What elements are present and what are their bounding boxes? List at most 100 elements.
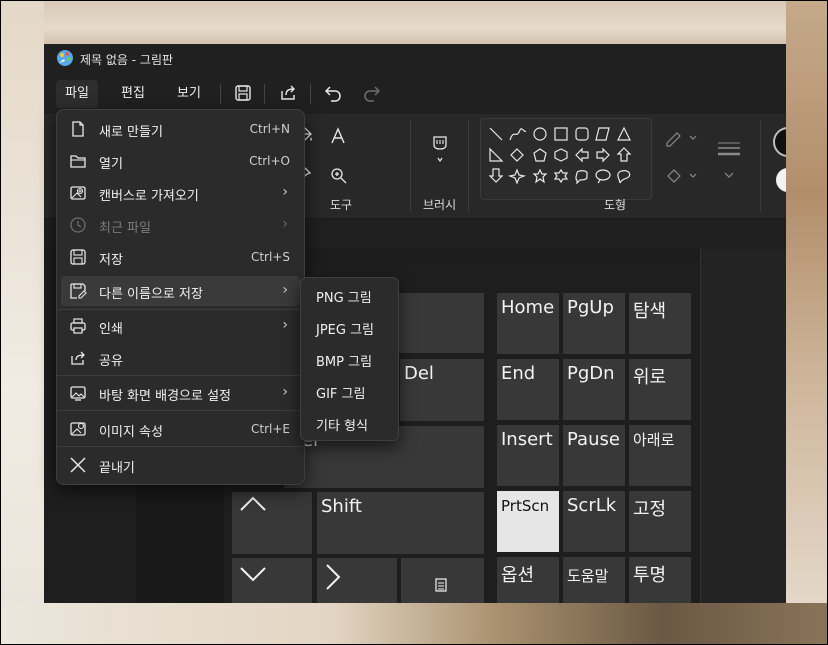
submenu-item-label: BMP 그림 (316, 355, 373, 370)
keyboard-key-prtscn: PrtScn (497, 491, 559, 552)
key-label: 아래로 (633, 431, 675, 449)
keyboard-key-search: 탐색 (629, 293, 691, 354)
chevron-right-icon: › (282, 282, 288, 298)
submenu-item-label: GIF 그림 (316, 387, 366, 402)
menu-item-open[interactable]: 열기 Ctrl+O (61, 146, 300, 176)
menubar-divider (220, 84, 221, 104)
menu-divider (57, 410, 304, 411)
menu-item-label: 바탕 화면 배경으로 설정 (99, 389, 231, 404)
key-label: 투명 (633, 565, 667, 586)
save-as-submenu: PNG 그림 JPEG 그림 BMP 그림 GIF 그림 기타 형식 (300, 277, 399, 441)
keyboard-key-arrow-right (317, 558, 397, 603)
undo-icon[interactable] (322, 82, 344, 104)
outline-style-icon[interactable] (664, 128, 698, 148)
submenu-item-jpeg[interactable]: JPEG 그림 (304, 311, 395, 341)
key-label: End (501, 363, 536, 384)
menu-divider (57, 375, 304, 376)
keyboard-key-insert: Insert (497, 425, 559, 486)
keyboard-key-transparent: 투명 (629, 557, 691, 603)
menu-item-shortcut: Ctrl+E (251, 422, 290, 436)
printer-icon (70, 318, 86, 334)
menu-item-label: 새로 만들기 (99, 125, 163, 140)
clock-icon (70, 217, 86, 233)
menu-item-shortcut: Ctrl+O (249, 154, 290, 168)
line-size-icon[interactable] (716, 140, 742, 162)
menu-item-label: 끝내기 (99, 461, 135, 476)
keyboard-key-scrlk: ScrLk (563, 491, 625, 552)
menu-item-label: 공유 (99, 354, 123, 369)
menu-file[interactable]: 파일 (56, 80, 98, 108)
wallpaper-icon (70, 386, 86, 401)
key-label: Pause (567, 429, 620, 450)
menu-item-share[interactable]: 공유 (61, 343, 300, 373)
key-label: 옵션 (501, 565, 535, 586)
menu-divider (57, 309, 304, 310)
arrow-down-icon (240, 567, 266, 582)
menu-item-exit[interactable]: 끝내기 (61, 450, 300, 480)
save-as-icon (70, 283, 87, 299)
redo-icon[interactable] (361, 82, 383, 104)
paint-app-icon (57, 50, 73, 66)
import-image-icon (70, 186, 86, 200)
magnifier-icon[interactable] (330, 167, 348, 185)
background-photo-bottom (1, 603, 827, 644)
side-panel-right (700, 249, 786, 603)
folder-icon (70, 155, 86, 168)
submenu-item-other-formats[interactable]: 기타 형식 (304, 407, 395, 437)
menu-edit[interactable]: 편집 (112, 80, 154, 108)
ribbon-divider (760, 120, 761, 212)
submenu-item-label: 기타 형식 (316, 419, 368, 434)
submenu-item-gif[interactable]: GIF 그림 (304, 375, 395, 405)
menu-divider (57, 446, 304, 447)
keyboard-key-pgup: PgUp (563, 293, 625, 354)
keyboard-key-menu (401, 558, 484, 603)
shapes-grid[interactable] (481, 119, 651, 199)
menu-item-label: 최근 파일 (99, 221, 151, 236)
submenu-item-label: PNG 그림 (316, 291, 372, 306)
menu-item-shortcut: Ctrl+S (250, 250, 290, 264)
menu-item-image-properties[interactable]: 이미지 속성 Ctrl+E (61, 414, 300, 444)
key-label: PrtScn (501, 497, 550, 515)
menu-key-icon (435, 578, 447, 592)
background-photo-top (1, 1, 827, 46)
keyboard-key-pgdn: PgDn (563, 359, 625, 420)
text-icon[interactable] (329, 126, 347, 146)
menu-item-print[interactable]: 인쇄 › (61, 311, 300, 341)
keyboard-key-del: Del (400, 359, 484, 421)
menu-view[interactable]: 보기 (168, 80, 210, 108)
menu-item-recent-files[interactable]: 최근 파일 › (61, 210, 300, 240)
key-label: 도움말 (567, 567, 609, 585)
background-photo-left (1, 1, 44, 644)
chevron-right-icon: › (282, 317, 288, 333)
close-icon (70, 457, 86, 473)
submenu-item-label: JPEG 그림 (316, 323, 375, 338)
key-label: Shift (321, 496, 362, 517)
menu-item-new[interactable]: 새로 만들기 Ctrl+N (61, 114, 300, 144)
shape-fill-icon[interactable] (664, 166, 698, 186)
key-label: PgDn (567, 363, 615, 384)
share-icon[interactable] (277, 82, 299, 104)
brush-icon[interactable] (431, 134, 449, 162)
save-icon (70, 249, 86, 265)
save-icon[interactable] (232, 82, 254, 104)
submenu-item-png[interactable]: PNG 그림 (304, 279, 395, 309)
menu-item-save-as[interactable]: 다른 이름으로 저장 › (61, 276, 300, 306)
menu-item-set-wallpaper[interactable]: 바탕 화면 배경으로 설정 › (61, 378, 300, 408)
menu-item-save[interactable]: 저장 Ctrl+S (61, 242, 300, 272)
submenu-item-bmp[interactable]: BMP 그림 (304, 343, 395, 373)
chevron-down-icon[interactable] (722, 170, 736, 180)
menu-item-import-to-canvas[interactable]: 캔버스로 가져오기 › (61, 178, 300, 208)
menu-item-label: 이미지 속성 (99, 425, 163, 440)
ribbon-divider (410, 120, 411, 212)
shapes-gallery (480, 118, 652, 200)
group-label-tools: 도구 (330, 198, 353, 212)
key-label: Insert (501, 429, 553, 450)
image-properties-icon (70, 422, 86, 436)
color-swatches[interactable] (772, 120, 786, 200)
keyboard-key-home: Home (497, 293, 559, 354)
keyboard-key-pin: 고정 (629, 491, 691, 552)
chevron-right-icon: › (282, 216, 288, 232)
menu-item-label: 인쇄 (99, 322, 123, 337)
menu-bar: 파일 편집 보기 (44, 74, 786, 114)
title-bar[interactable]: 제목 없음 - 그림판 (44, 44, 786, 74)
